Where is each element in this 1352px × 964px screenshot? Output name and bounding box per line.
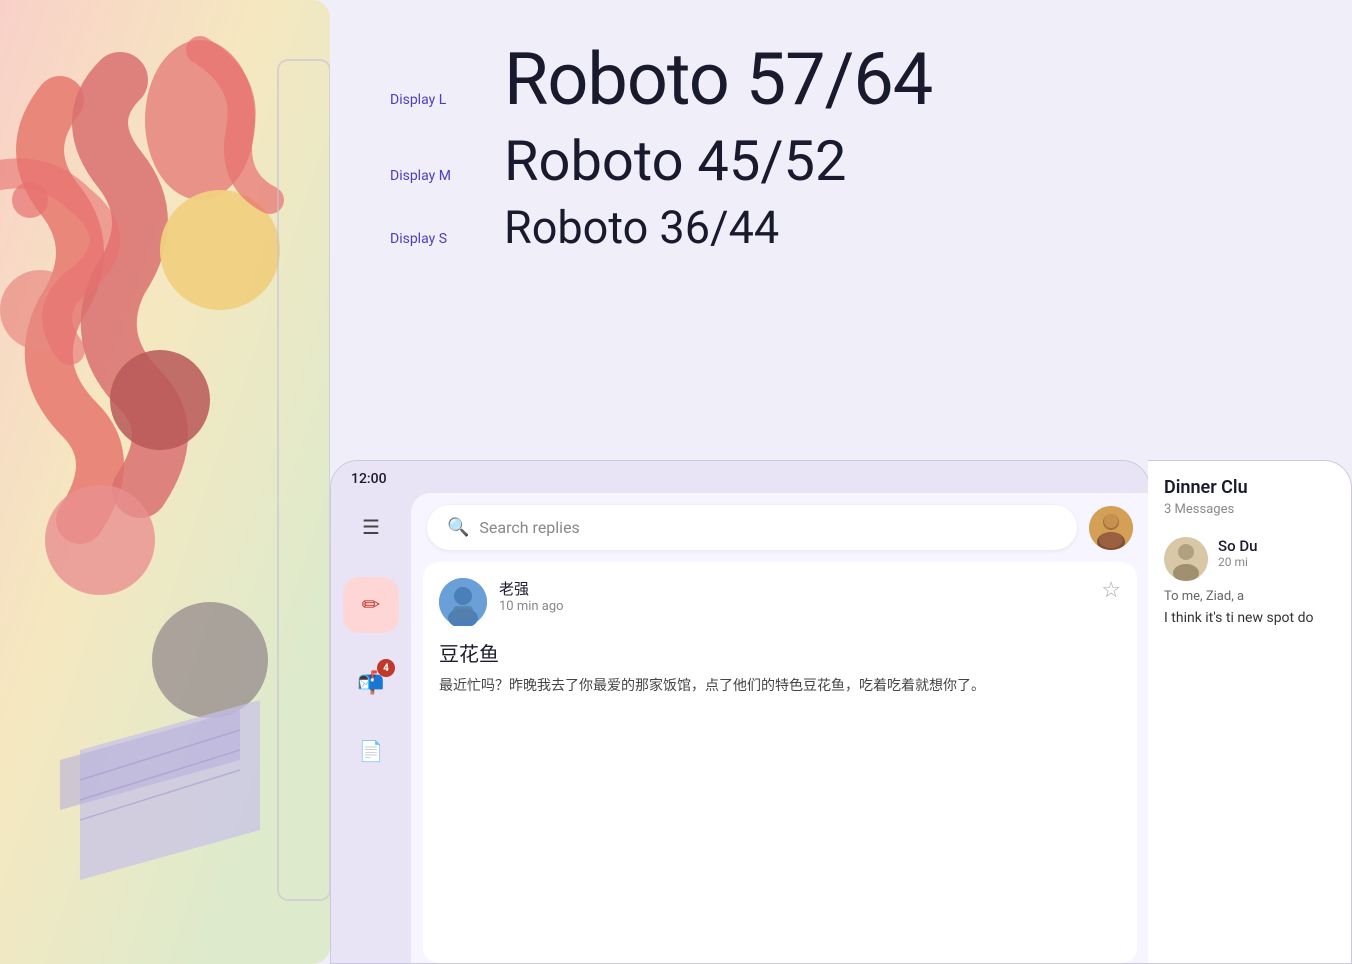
dinner-club-count: 3 Messages — [1164, 502, 1335, 517]
type-specimens: Display L Roboto 57/64 Display M Roboto … — [390, 40, 1292, 256]
message-meta: 老强 10 min ago — [499, 578, 1089, 614]
right-message-item: So Du 20 mi — [1164, 537, 1335, 581]
inbox-button[interactable]: 📬 4 — [353, 665, 389, 701]
display-m-text: Roboto 45/52 — [504, 129, 846, 193]
right-sender-name: So Du — [1218, 537, 1257, 555]
notes-icon[interactable]: 📄 — [353, 733, 389, 769]
display-m-row: Display M Roboto 45/52 — [390, 129, 1292, 193]
right-panel: Dinner Clu 3 Messages So Du 20 mi To me,… — [1148, 460, 1352, 964]
user-avatar[interactable] — [1089, 506, 1133, 550]
illustration-panel — [0, 0, 330, 964]
app-sidebar: ☰ ✏ 📬 4 📄 — [331, 493, 411, 963]
message-body: 最近忙吗？昨晚我去了你最爱的那家饭馆，点了他们的特色豆花鱼，吃着吃着就想你了。 — [439, 675, 1121, 697]
menu-icon[interactable]: ☰ — [353, 509, 389, 545]
time-display: 12:00 — [351, 471, 387, 487]
avatar-image — [1089, 506, 1133, 550]
app-mockup: 12:00 ☰ ✏ 📬 4 📄 🔍 Search — [330, 460, 1150, 964]
right-preview-text: I think it's ti new spot do — [1164, 608, 1335, 629]
display-l-label: Display L — [390, 92, 480, 108]
search-input-container[interactable]: 🔍 Search replies — [427, 505, 1077, 550]
app-main: 🔍 Search replies — [411, 493, 1149, 963]
search-placeholder-text: Search replies — [479, 518, 579, 537]
right-sender-avatar — [1164, 537, 1208, 581]
display-s-row: Display S Roboto 36/44 — [390, 201, 1292, 256]
display-l-row: Display L Roboto 57/64 — [390, 40, 1292, 121]
display-s-text: Roboto 36/44 — [504, 201, 779, 256]
star-button[interactable]: ☆ — [1101, 578, 1121, 603]
right-recipients: To me, Ziad, a — [1164, 589, 1335, 604]
sender-avatar — [439, 578, 487, 626]
message-card: 老强 10 min ago ☆ 豆花鱼 最近忙吗？昨晚我去了你最爱的那家饭馆，点… — [423, 562, 1137, 963]
right-message-time: 20 mi — [1218, 555, 1257, 569]
search-bar: 🔍 Search replies — [411, 493, 1149, 562]
display-s-label: Display S — [390, 231, 480, 247]
status-bar: 12:00 — [331, 461, 1149, 493]
message-subject: 豆花鱼 — [439, 638, 1121, 667]
compose-button[interactable]: ✏ — [343, 577, 399, 633]
dinner-club-title: Dinner Clu — [1164, 477, 1335, 498]
display-m-label: Display M — [390, 168, 480, 184]
search-icon: 🔍 — [447, 517, 469, 538]
display-l-text: Roboto 57/64 — [504, 40, 932, 121]
sender-name: 老强 — [499, 578, 1089, 599]
message-time: 10 min ago — [499, 599, 1089, 614]
inbox-badge: 4 — [377, 659, 395, 677]
right-message-meta: So Du 20 mi — [1218, 537, 1257, 569]
app-body: ☰ ✏ 📬 4 📄 🔍 Search replies — [331, 493, 1149, 963]
message-header: 老强 10 min ago ☆ — [439, 578, 1121, 626]
